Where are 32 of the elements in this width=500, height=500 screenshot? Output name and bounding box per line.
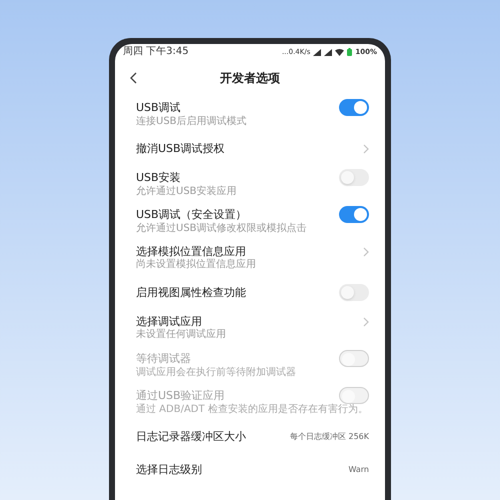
toggle-switch[interactable] bbox=[339, 169, 369, 186]
setting-title: 通过USB验证应用 bbox=[136, 388, 225, 403]
toggle-switch[interactable] bbox=[339, 206, 369, 223]
setting-title: USB安装 bbox=[136, 170, 181, 185]
setting-title: USB调试 bbox=[136, 100, 181, 115]
setting-title: USB调试（安全设置） bbox=[136, 207, 247, 222]
setting-title: 日志记录器缓冲区大小 bbox=[136, 429, 246, 444]
page-title: 开发者选项 bbox=[220, 70, 280, 87]
setting-description: 调试应用会在执行前等待附加调试器 bbox=[136, 367, 297, 379]
status-time: 周四 下午3:45 bbox=[123, 47, 189, 57]
back-icon[interactable] bbox=[130, 72, 137, 84]
setting-description: 尚未设置模拟位置信息应用 bbox=[136, 259, 257, 271]
setting-title: 启用视图属性检查功能 bbox=[136, 285, 246, 300]
chevron-right-icon bbox=[363, 316, 369, 326]
chevron-right-icon bbox=[363, 144, 369, 154]
wifi-icon bbox=[335, 48, 344, 56]
toggle-switch[interactable] bbox=[339, 284, 369, 301]
setting-value: 每个日志缓冲区 256K bbox=[290, 430, 369, 442]
setting-title: 撤消USB调试授权 bbox=[136, 141, 225, 156]
setting-value: Warn bbox=[348, 464, 369, 476]
battery-icon bbox=[347, 48, 352, 56]
toggle-switch[interactable] bbox=[339, 99, 369, 116]
setting-description: 未设置任何调试应用 bbox=[136, 329, 227, 341]
chevron-right-icon bbox=[363, 246, 369, 256]
setting-description: 允许通过USB调试修改权限或模拟点击 bbox=[136, 223, 308, 235]
setting-title: 选择调试应用 bbox=[136, 314, 202, 328]
setting-description: 通过 ADB/ADT 检查安装的应用是否存在有害行为。 bbox=[136, 404, 369, 416]
setting-title: 选择日志级别 bbox=[136, 462, 202, 477]
setting-description: 允许通过USB安装应用 bbox=[136, 186, 238, 198]
setting-description: 连接USB后启用调试模式 bbox=[136, 116, 248, 128]
setting-title: 等待调试器 bbox=[136, 351, 191, 366]
setting-title: 选择模拟位置信息应用 bbox=[136, 244, 246, 258]
